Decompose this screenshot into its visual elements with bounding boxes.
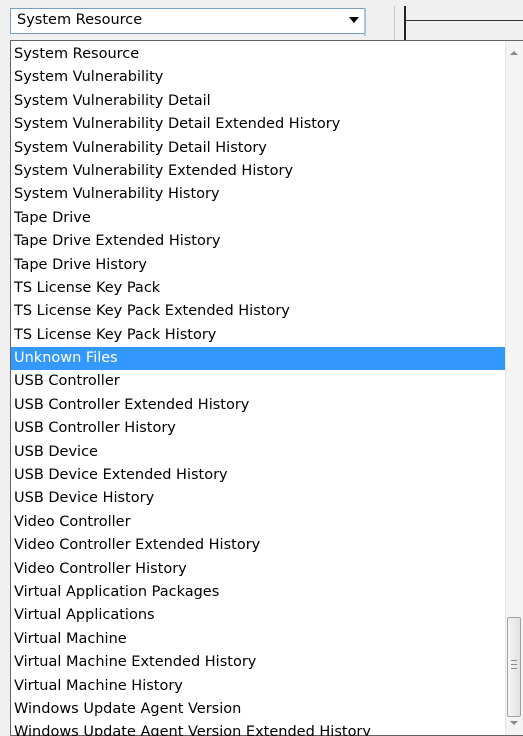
dropdown-option[interactable]: Windows Update Agent Version Extended Hi… — [11, 721, 507, 736]
chevron-down-icon[interactable] — [349, 17, 359, 23]
scroll-thumb[interactable] — [507, 617, 521, 717]
dropdown-option[interactable]: TS License Key Pack — [11, 277, 507, 300]
divider — [394, 6, 395, 42]
dropdown-option[interactable]: Unknown Files — [11, 347, 507, 371]
combo-selected-value: System Resource — [17, 12, 143, 28]
dropdown-option[interactable]: System Resource — [11, 43, 507, 66]
dropdown-option[interactable]: System Vulnerability — [11, 66, 507, 89]
dropdown-screen: System Resource System Resource System Vu… — [0, 0, 523, 736]
combo-edge — [364, 8, 366, 36]
table-select-combobox[interactable]: System Resource — [10, 8, 366, 34]
dropdown-option[interactable]: Tape Drive Extended History — [11, 230, 507, 253]
splitter-handle[interactable] — [404, 6, 406, 42]
dropdown-option[interactable]: Tape Drive History — [11, 254, 507, 277]
dropdown-option[interactable]: TS License Key Pack History — [11, 324, 507, 347]
dropdown-option[interactable]: Windows Update Agent Version — [11, 698, 507, 721]
dropdown-option[interactable]: USB Controller History — [11, 417, 507, 440]
dropdown-list-panel: System Resource System Vulnerability Syste… — [10, 40, 523, 736]
dropdown-option[interactable]: USB Device History — [11, 487, 507, 510]
dropdown-option[interactable]: TS License Key Pack Extended History — [11, 300, 507, 323]
dropdown-option[interactable]: USB Controller Extended History — [11, 394, 507, 417]
vertical-scrollbar[interactable] — [505, 41, 523, 735]
dropdown-option[interactable]: Virtual Application Packages — [11, 581, 507, 604]
dropdown-option[interactable]: Video Controller Extended History — [11, 534, 507, 557]
dropdown-list: System Resource System Vulnerability Syste… — [11, 43, 507, 736]
dropdown-option[interactable]: Virtual Machine — [11, 628, 507, 651]
grip-icon — [511, 660, 517, 669]
dropdown-option[interactable]: System Vulnerability Extended History — [11, 160, 507, 183]
dropdown-option[interactable]: Virtual Machine Extended History — [11, 651, 507, 674]
scroll-up-arrow-icon[interactable] — [510, 51, 518, 55]
dropdown-option[interactable]: Video Controller History — [11, 558, 507, 581]
dropdown-option[interactable]: System Vulnerability Detail Extended His… — [11, 113, 507, 136]
dropdown-option[interactable]: USB Device Extended History — [11, 464, 507, 487]
dropdown-option[interactable]: Virtual Machine History — [11, 675, 507, 698]
dropdown-option[interactable]: Virtual Applications — [11, 604, 507, 627]
dropdown-option[interactable]: System Vulnerability Detail — [11, 90, 507, 113]
divider — [406, 20, 523, 21]
dropdown-option[interactable]: Tape Drive — [11, 207, 507, 230]
dropdown-option[interactable]: System Vulnerability History — [11, 183, 507, 206]
dropdown-option[interactable]: System Vulnerability Detail History — [11, 137, 507, 160]
scroll-down-arrow-icon[interactable] — [510, 721, 518, 725]
dropdown-option[interactable]: Video Controller — [11, 511, 507, 534]
dropdown-option[interactable]: USB Device — [11, 441, 507, 464]
toolbar-strip: System Resource — [0, 0, 523, 42]
dropdown-option[interactable]: USB Controller — [11, 370, 507, 393]
